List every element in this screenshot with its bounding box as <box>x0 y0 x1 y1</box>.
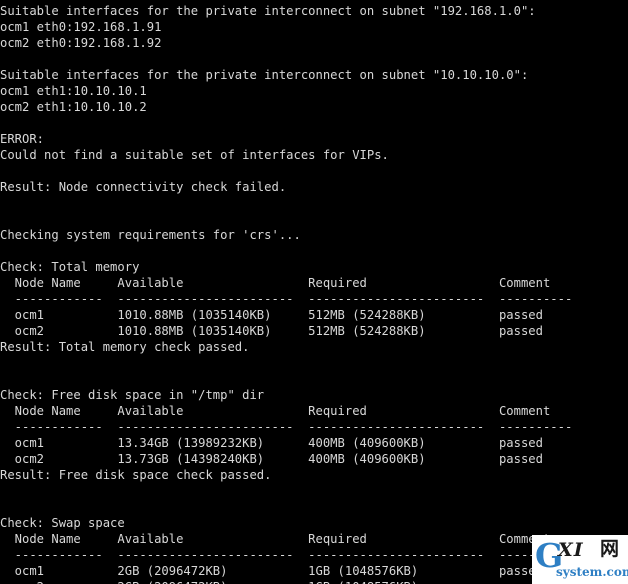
terminal-line: ocm1 eth0:192.168.1.91 <box>0 20 162 34</box>
terminal-line: ocm1 eth1:10.10.10.1 <box>0 84 147 98</box>
terminal-line: Checking system requirements for 'crs'..… <box>0 228 301 242</box>
terminal-line: ocm1 1010.88MB (1035140KB) 512MB (524288… <box>0 308 543 322</box>
watermark-logo: G XI 网 system.com <box>532 535 628 584</box>
terminal-output[interactable]: Suitable interfaces for the private inte… <box>0 0 628 584</box>
terminal-line: Node Name Available Required Comment <box>0 404 551 418</box>
terminal-line: ERROR: <box>0 132 45 146</box>
terminal-line: Suitable interfaces for the private inte… <box>0 4 536 18</box>
terminal-line: Node Name Available Required Comment <box>0 276 551 290</box>
terminal-line: ocm2 eth1:10.10.10.2 <box>0 100 147 114</box>
terminal-line: Check: Swap space <box>0 516 125 530</box>
site-watermark: G XI 网 system.com <box>532 535 628 584</box>
terminal-line: Suitable interfaces for the private inte… <box>0 68 529 82</box>
watermark-letters-xi: XI <box>558 539 584 561</box>
watermark-subtitle: system.com <box>556 565 628 579</box>
terminal-line: ocm1 13.34GB (13989232KB) 400MB (409600K… <box>0 436 543 450</box>
terminal-line: ocm2 eth0:192.168.1.92 <box>0 36 162 50</box>
terminal-line: Result: Node connectivity check failed. <box>0 180 287 194</box>
terminal-line: Check: Free disk space in "/tmp" dir <box>0 388 265 402</box>
terminal-line: Could not find a suitable set of interfa… <box>0 148 389 162</box>
terminal-line: Result: Total memory check passed. <box>0 340 250 354</box>
terminal-line: Check: Total memory <box>0 260 140 274</box>
terminal-line: ------------ ------------------------ --… <box>0 420 573 434</box>
terminal-line: ------------ ------------------------ --… <box>0 292 573 306</box>
terminal-line: ocm2 13.73GB (14398240KB) 400MB (409600K… <box>0 452 543 466</box>
terminal-line: Result: Free disk space check passed. <box>0 468 272 482</box>
watermark-cjk-glyph: 网 <box>600 538 620 560</box>
terminal-line: ocm2 1010.88MB (1035140KB) 512MB (524288… <box>0 324 543 338</box>
